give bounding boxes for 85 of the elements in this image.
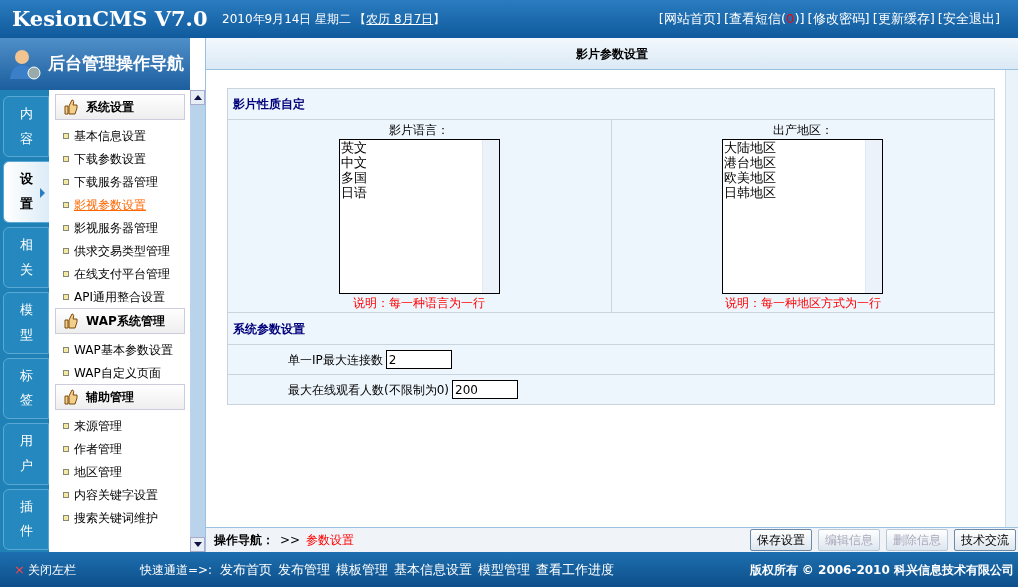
- bullet-icon: [63, 491, 69, 498]
- header-link[interactable]: [更新缓存]: [872, 9, 935, 29]
- menu-link[interactable]: 搜索关键词维护: [74, 508, 158, 527]
- scroll-down-icon[interactable]: [193, 542, 202, 547]
- bullet-icon: [63, 270, 69, 277]
- breadcrumb-separator: >>: [280, 532, 301, 549]
- page-title: 影片参数设置: [576, 45, 648, 63]
- quick-link[interactable]: 模型管理: [478, 559, 531, 580]
- side-tab[interactable]: 标签: [3, 357, 49, 420]
- side-tab[interactable]: 插件: [3, 488, 49, 550]
- header-link[interactable]: [安全退出]: [937, 9, 1000, 29]
- bullet-icon: [63, 132, 69, 139]
- side-tab[interactable]: 相关: [3, 226, 49, 289]
- bullet-icon: [63, 514, 69, 521]
- thumbs-up-icon: [64, 99, 78, 115]
- menu-link[interactable]: 下载服务器管理: [74, 172, 158, 191]
- section-title: 系统参数设置: [233, 320, 305, 338]
- menu-link[interactable]: 作者管理: [74, 439, 122, 458]
- menu-link[interactable]: 内容关键字设置: [74, 485, 158, 504]
- bullet-icon: [63, 201, 69, 208]
- menu-link[interactable]: 基本信息设置: [74, 126, 146, 145]
- bullet-icon: [63, 369, 69, 376]
- action-button[interactable]: 保存设置: [750, 529, 812, 551]
- menu-link[interactable]: 来源管理: [74, 416, 122, 435]
- bullet-icon: [63, 178, 69, 185]
- menu-link[interactable]: WAP自定义页面: [74, 363, 161, 382]
- logo: KesionCMS V7.0: [11, 5, 209, 34]
- scrollbar[interactable]: [1005, 70, 1018, 527]
- group-header[interactable]: WAP系统管理: [55, 308, 185, 334]
- quick-link[interactable]: 发布管理: [278, 559, 331, 580]
- bullet-icon: [63, 422, 69, 429]
- bullet-icon: [63, 293, 69, 300]
- quick-link[interactable]: 基本信息设置: [394, 559, 473, 580]
- menu-link[interactable]: 影视服务器管理: [74, 218, 158, 237]
- side-tab[interactable]: 内容: [3, 96, 49, 158]
- menu-link[interactable]: 下载参数设置: [74, 149, 146, 168]
- close-sidebar-link[interactable]: 关闭左栏: [27, 560, 76, 579]
- bullet-icon: [63, 346, 69, 353]
- scrollbar[interactable]: [190, 90, 205, 552]
- header-link[interactable]: [修改密码]: [807, 9, 870, 29]
- field-label: 最大在线观看人数(不限制为0): [288, 381, 449, 399]
- list-text-area[interactable]: 大陆地区 港台地区 欧美地区 日韩地区: [722, 139, 884, 294]
- quick-link[interactable]: 模板管理: [336, 559, 389, 580]
- quick-label: 快速通道=>:: [140, 561, 213, 579]
- group-header[interactable]: 辅助管理: [55, 384, 185, 410]
- note-text: 说明：每一种地区方式为一行: [724, 295, 881, 312]
- field-label: 出产地区：: [772, 122, 833, 139]
- header-link[interactable]: [查看短信(0)]: [723, 9, 805, 29]
- bracket: 【: [354, 11, 367, 28]
- thumbs-up-icon: [64, 313, 78, 329]
- bullet-icon: [63, 445, 69, 452]
- input-field[interactable]: 2: [385, 350, 452, 369]
- banner-title: 后台管理操作导航: [48, 52, 184, 76]
- menu-link[interactable]: 供求交易类型管理: [74, 241, 170, 260]
- menu-link[interactable]: 地区管理: [74, 462, 122, 481]
- menu-link[interactable]: API通用整合设置: [74, 287, 165, 306]
- ops-label: 操作导航：: [214, 532, 274, 549]
- lunar-date-link[interactable]: 农历 8月7日: [366, 10, 434, 28]
- group-header[interactable]: 系统设置: [55, 94, 185, 120]
- breadcrumb-current: 参数设置: [306, 532, 355, 549]
- thumbs-up-icon: [64, 389, 78, 405]
- quick-link[interactable]: 查看工作进度: [536, 559, 615, 580]
- bullet-icon: [63, 468, 69, 475]
- note-text: 说明：每一种语言为一行: [353, 295, 486, 312]
- section-title: 影片性质自定: [233, 96, 305, 113]
- action-button[interactable]: 技术交流: [954, 529, 1016, 551]
- date-text: 2010年9月14日 星期二: [222, 11, 352, 28]
- scroll-up-icon[interactable]: [193, 95, 202, 100]
- bullet-icon: [63, 155, 69, 162]
- side-tab[interactable]: 用户: [3, 423, 49, 485]
- list-text-area[interactable]: 英文 中文 多国 日语: [338, 139, 500, 294]
- copyright-text: 版权所有 © 2006-2010 科兴信息技术有限公司: [749, 561, 1015, 579]
- input-field[interactable]: 200: [452, 380, 518, 399]
- side-tab[interactable]: 模型: [3, 292, 49, 354]
- field-label: 单一IP最大连接数: [288, 351, 383, 369]
- bullet-icon: [63, 224, 69, 231]
- quick-link[interactable]: 发布首页: [220, 559, 273, 580]
- menu-link[interactable]: WAP基本参数设置: [74, 340, 173, 359]
- header-link[interactable]: [网站首页]: [658, 9, 721, 29]
- side-tab[interactable]: 设置: [3, 161, 49, 223]
- bullet-icon: [63, 247, 69, 254]
- admin-user-icon: [8, 47, 42, 81]
- menu-link[interactable]: 在线支付平台管理: [74, 264, 170, 283]
- field-label: 影片语言：: [389, 122, 450, 139]
- bracket: 】: [433, 11, 446, 28]
